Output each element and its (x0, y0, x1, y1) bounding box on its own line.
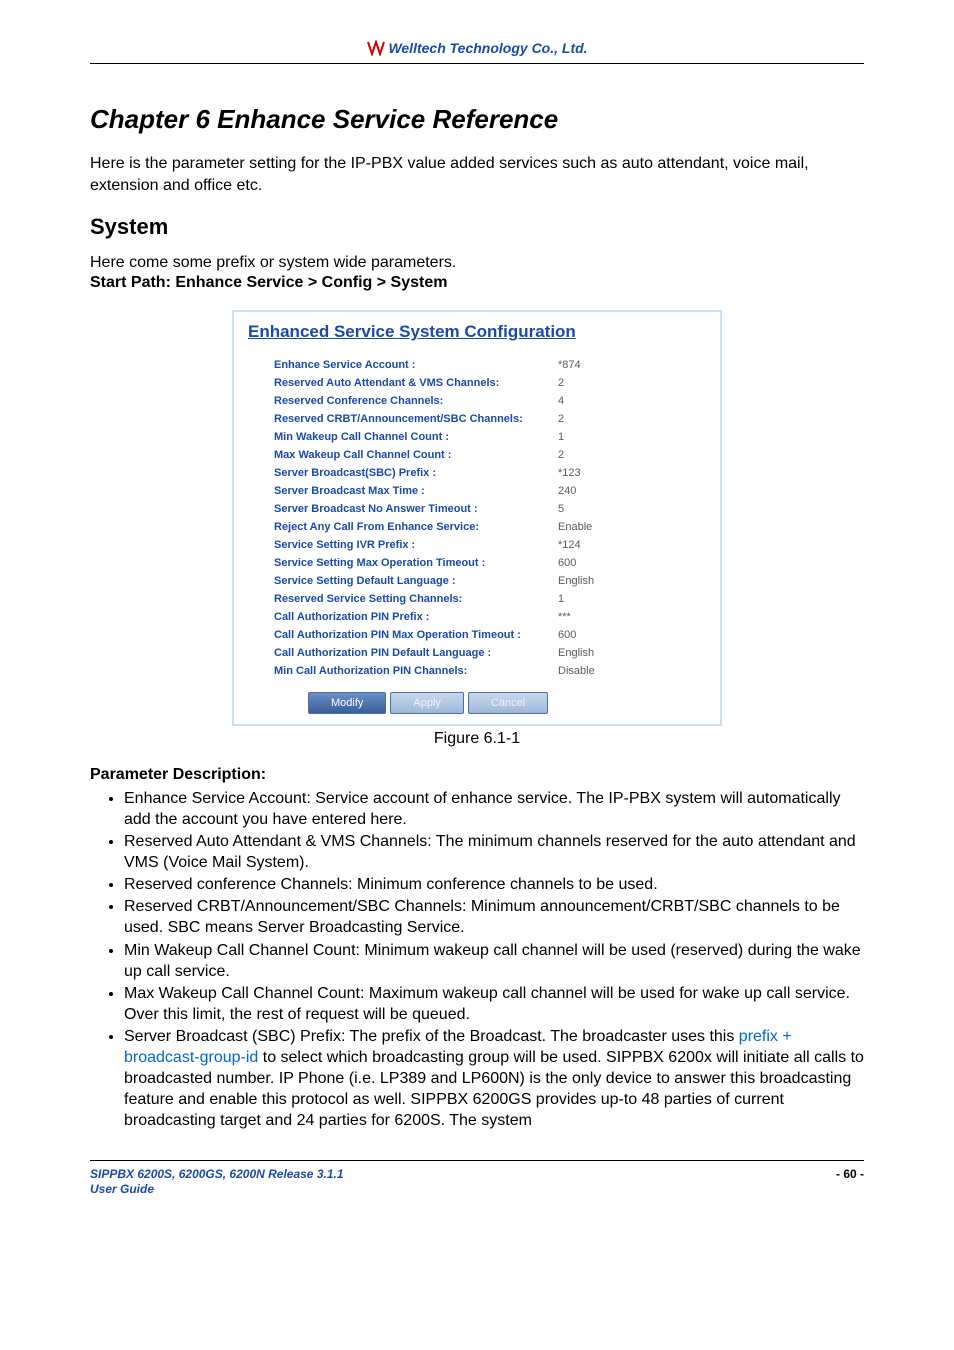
config-label: Reserved CRBT/Announcement/SBC Channels: (248, 410, 558, 428)
logo-area: Welltech Technology Co., Ltd. (366, 40, 587, 56)
config-label: Service Setting IVR Prefix : (248, 536, 558, 554)
config-label: Call Authorization PIN Prefix : (248, 608, 558, 626)
config-value: 600 (558, 626, 706, 644)
config-row: Call Authorization PIN Prefix :*** (248, 608, 706, 626)
config-label: Service Setting Default Language : (248, 572, 558, 590)
config-value: 240 (558, 482, 706, 500)
config-label: Reserved Service Setting Channels: (248, 590, 558, 608)
config-value: 2 (558, 446, 706, 464)
config-value: English (558, 572, 706, 590)
config-label: Enhance Service Account : (248, 356, 558, 374)
config-value: Enable (558, 518, 706, 536)
config-row: Reject Any Call From Enhance Service:Ena… (248, 518, 706, 536)
config-row: Service Setting Default Language :Englis… (248, 572, 706, 590)
config-label: Min Call Authorization PIN Channels: (248, 662, 558, 680)
config-value: 5 (558, 500, 706, 518)
config-value: 2 (558, 410, 706, 428)
config-row: Min Wakeup Call Channel Count :1 (248, 428, 706, 446)
footer-left: SIPPBX 6200S, 6200GS, 6200N Release 3.1.… (90, 1167, 344, 1198)
parameter-item: Reserved conference Channels: Minimum co… (124, 874, 864, 895)
cancel-button[interactable]: Cancel (468, 692, 548, 714)
start-path: Start Path: Enhance Service > Config > S… (90, 274, 864, 292)
config-row: Enhance Service Account :*874 (248, 356, 706, 374)
config-value: *874 (558, 356, 706, 374)
config-row: Min Call Authorization PIN Channels:Disa… (248, 662, 706, 680)
parameter-item: Reserved CRBT/Announcement/SBC Channels:… (124, 896, 864, 938)
config-row: Server Broadcast(SBC) Prefix :*123 (248, 464, 706, 482)
config-row: Server Broadcast No Answer Timeout :5 (248, 500, 706, 518)
parameter-item-sbc: Server Broadcast (SBC) Prefix: The prefi… (124, 1026, 864, 1132)
chapter-title: Chapter 6 Enhance Service Reference (90, 104, 864, 135)
config-value: English (558, 644, 706, 662)
section-lead: Here come some prefix or system wide par… (90, 252, 864, 274)
config-row: Service Setting Max Operation Timeout :6… (248, 554, 706, 572)
config-label: Server Broadcast(SBC) Prefix : (248, 464, 558, 482)
config-row: Server Broadcast Max Time :240 (248, 482, 706, 500)
config-label: Max Wakeup Call Channel Count : (248, 446, 558, 464)
parameter-list: Enhance Service Account: Service account… (90, 788, 864, 1132)
screenshot-buttons: Modify Apply Cancel (248, 692, 706, 714)
parameter-item: Reserved Auto Attendant & VMS Channels: … (124, 831, 864, 873)
screenshot-title: Enhanced Service System Configuration (248, 322, 706, 342)
config-row: Max Wakeup Call Channel Count :2 (248, 446, 706, 464)
parameter-heading: Parameter Description: (90, 766, 864, 784)
config-value: *124 (558, 536, 706, 554)
config-row: Call Authorization PIN Max Operation Tim… (248, 626, 706, 644)
config-row: Reserved CRBT/Announcement/SBC Channels:… (248, 410, 706, 428)
config-label: Reject Any Call From Enhance Service: (248, 518, 558, 536)
config-table: Enhance Service Account :*874Reserved Au… (248, 356, 706, 680)
config-value: 600 (558, 554, 706, 572)
intro-paragraph: Here is the parameter setting for the IP… (90, 153, 864, 196)
footer-product-line: SIPPBX 6200S, 6200GS, 6200N Release 3.1.… (90, 1167, 344, 1181)
brand-text: Welltech Technology Co., Ltd. (388, 40, 587, 56)
config-label: Server Broadcast No Answer Timeout : (248, 500, 558, 518)
sbc-pre-text: Server Broadcast (SBC) Prefix: The prefi… (124, 1028, 739, 1045)
config-row: Service Setting IVR Prefix :*124 (248, 536, 706, 554)
config-label: Server Broadcast Max Time : (248, 482, 558, 500)
config-value: 1 (558, 428, 706, 446)
section-title: System (90, 214, 864, 240)
config-row: Reserved Auto Attendant & VMS Channels:2 (248, 374, 706, 392)
config-label: Reserved Conference Channels: (248, 392, 558, 410)
config-value: 1 (558, 590, 706, 608)
config-value: *123 (558, 464, 706, 482)
modify-button[interactable]: Modify (308, 692, 386, 714)
config-label: Service Setting Max Operation Timeout : (248, 554, 558, 572)
parameter-item: Max Wakeup Call Channel Count: Maximum w… (124, 983, 864, 1025)
footer-guide-line: User Guide (90, 1182, 154, 1196)
config-value: *** (558, 608, 706, 626)
page-footer: SIPPBX 6200S, 6200GS, 6200N Release 3.1.… (90, 1160, 864, 1198)
config-value: 2 (558, 374, 706, 392)
config-row: Reserved Service Setting Channels:1 (248, 590, 706, 608)
config-screenshot: Enhanced Service System Configuration En… (232, 310, 722, 726)
page-header: Welltech Technology Co., Ltd. (90, 40, 864, 64)
page-number: - 60 - (836, 1167, 864, 1181)
config-label: Call Authorization PIN Max Operation Tim… (248, 626, 558, 644)
config-label: Call Authorization PIN Default Language … (248, 644, 558, 662)
config-value: Disable (558, 662, 706, 680)
figure-caption: Figure 6.1-1 (90, 730, 864, 748)
config-label: Min Wakeup Call Channel Count : (248, 428, 558, 446)
apply-button[interactable]: Apply (390, 692, 464, 714)
config-row: Reserved Conference Channels:4 (248, 392, 706, 410)
parameter-item: Enhance Service Account: Service account… (124, 788, 864, 830)
welltech-logo-icon (366, 40, 386, 56)
config-row: Call Authorization PIN Default Language … (248, 644, 706, 662)
parameter-item: Min Wakeup Call Channel Count: Minimum w… (124, 940, 864, 982)
config-label: Reserved Auto Attendant & VMS Channels: (248, 374, 558, 392)
config-value: 4 (558, 392, 706, 410)
